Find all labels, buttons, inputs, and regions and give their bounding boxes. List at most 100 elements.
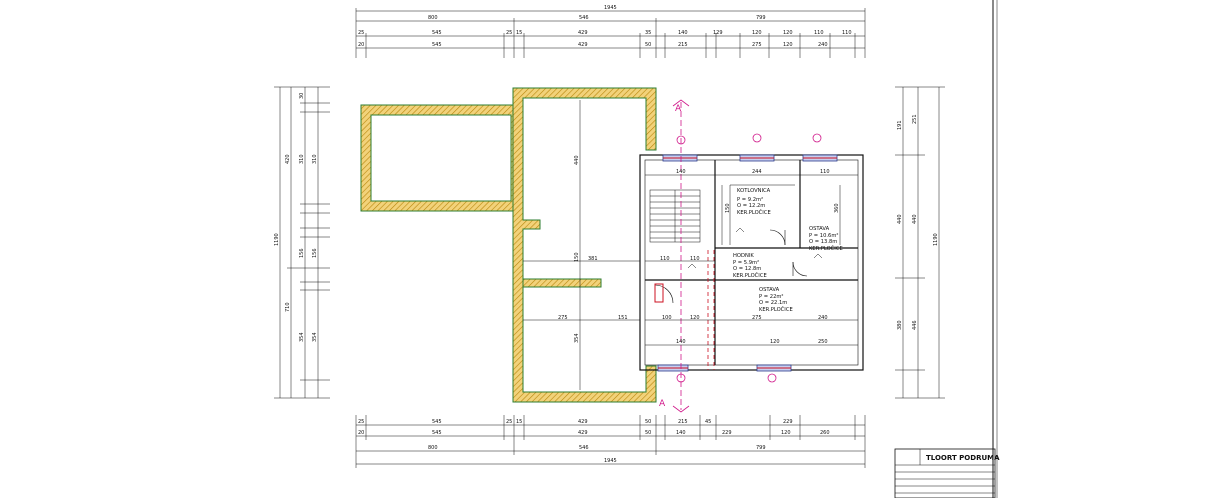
dim-label: 110 bbox=[842, 30, 852, 36]
dim-label: 360 bbox=[834, 203, 840, 213]
room-finish: KER.PLOČICE bbox=[809, 245, 843, 252]
dim-label: 120 bbox=[783, 42, 793, 48]
floor-plan-drawing: TLOORT PODRUMA 1945 800 546 799 25 545 2… bbox=[274, 0, 1000, 498]
doors bbox=[654, 229, 808, 304]
room-perimeter: O = 13.8m bbox=[809, 239, 837, 245]
dim-label: 380 bbox=[897, 320, 903, 330]
room-label-kotlovnica: KOTLOVNICA P = 9.2m² O = 12.2m KER.PLOČI… bbox=[737, 188, 771, 216]
dim-label: 260 bbox=[820, 430, 830, 436]
dim-label: 420 bbox=[285, 154, 291, 164]
bottom-dimension-labels: 25 545 25 15 429 50 215 45 229 20 545 42… bbox=[358, 419, 830, 464]
dim-top-total: 1945 bbox=[604, 5, 617, 11]
room-perimeter: O = 12.8m bbox=[733, 266, 761, 272]
dim-label: 429 bbox=[578, 30, 588, 36]
dim-label: 35 bbox=[645, 30, 651, 36]
dim-label: 110 bbox=[814, 30, 824, 36]
title-block: TLOORT PODRUMA bbox=[894, 448, 1000, 498]
dim-label: 140 bbox=[678, 30, 688, 36]
sheet-border bbox=[992, 0, 998, 498]
dim-label: 25 bbox=[506, 30, 512, 36]
dim-label: 140 bbox=[676, 339, 686, 345]
top-dimension-labels: 1945 800 546 799 25 545 25 15 429 35 140… bbox=[358, 5, 852, 48]
dim-label: 381 bbox=[588, 256, 598, 262]
dim-label: 354 bbox=[574, 333, 580, 343]
room-perimeter: O = 22.1m bbox=[759, 300, 787, 306]
dim-label: 354 bbox=[312, 332, 318, 342]
dim-label: 120 bbox=[770, 339, 780, 345]
dim-label: 429 bbox=[578, 419, 588, 425]
dim-label: 140 bbox=[676, 430, 686, 436]
dim-label: 799 bbox=[756, 15, 766, 21]
dim-label: 100 bbox=[662, 315, 672, 321]
dim-label: 20 bbox=[358, 430, 364, 436]
dim-label: 45 bbox=[705, 419, 711, 425]
dim-label: 229 bbox=[722, 430, 732, 436]
room-name: OSTAVA bbox=[809, 226, 830, 232]
title-block-title: TLOORT PODRUMA bbox=[926, 454, 1000, 462]
dim-label: 310 bbox=[312, 154, 318, 164]
dim-label: 545 bbox=[432, 42, 442, 48]
left-block-walls bbox=[360, 87, 657, 403]
dim-label: 110 bbox=[820, 169, 830, 175]
interior-dimension-lines bbox=[523, 100, 858, 390]
room-perimeter: O = 12.2m bbox=[737, 203, 765, 209]
dim-label: 240 bbox=[818, 315, 828, 321]
dim-label: 110 bbox=[690, 256, 700, 262]
staircase bbox=[649, 189, 701, 243]
dim-label: 440 bbox=[912, 214, 918, 224]
dim-label: 545 bbox=[432, 430, 442, 436]
dim-label: 275 bbox=[752, 42, 762, 48]
dim-label: 354 bbox=[299, 332, 305, 342]
dim-label: 120 bbox=[690, 315, 700, 321]
left-dimensions bbox=[274, 86, 330, 399]
dim-label: 151 bbox=[618, 315, 628, 321]
dim-label: 15 bbox=[516, 30, 522, 36]
dim-label: 440 bbox=[574, 155, 580, 165]
dim-label: 545 bbox=[432, 30, 442, 36]
dim-label: 251 bbox=[912, 114, 918, 124]
room-name: OSTAVA bbox=[759, 287, 780, 293]
left-dimension-labels: 1190 420 710 30 310 156 354 310 156 354 bbox=[274, 93, 318, 342]
dim-label: 50 bbox=[645, 419, 651, 425]
room-label-ostava-1: OSTAVA P = 10.6m² O = 13.8m KER.PLOČICE bbox=[809, 226, 843, 252]
dim-label: 240 bbox=[818, 42, 828, 48]
room-finish: KER.PLOČICE bbox=[733, 272, 767, 279]
dim-label: 25 bbox=[358, 419, 364, 425]
dim-label: 120 bbox=[783, 30, 793, 36]
interior-dimension-labels: 440 354 150 381 275 151 140 244 110 110 … bbox=[558, 155, 840, 345]
dim-label: 120 bbox=[752, 30, 762, 36]
dim-left-total: 1190 bbox=[274, 233, 280, 246]
dim-label: 150 bbox=[725, 203, 731, 213]
dim-label: 50 bbox=[645, 430, 651, 436]
dim-label: 25 bbox=[358, 30, 364, 36]
dim-label: 446 bbox=[912, 320, 918, 330]
dim-label: 546 bbox=[579, 445, 589, 451]
dim-label: 15 bbox=[516, 419, 522, 425]
section-mark-bottom: A bbox=[659, 399, 666, 409]
dim-label: 429 bbox=[578, 430, 588, 436]
dim-label: 310 bbox=[299, 154, 305, 164]
dim-label: 120 bbox=[781, 430, 791, 436]
room-finish: KER.PLOČICE bbox=[759, 306, 793, 313]
dim-label: 110 bbox=[660, 256, 670, 262]
dim-label: 191 bbox=[897, 120, 903, 130]
dim-right-total: 1190 bbox=[933, 233, 939, 246]
dim-label: 275 bbox=[558, 315, 568, 321]
dim-label: 140 bbox=[676, 169, 686, 175]
dim-label: 156 bbox=[312, 248, 318, 258]
dim-label: 156 bbox=[299, 248, 305, 258]
room-name: HODNIK bbox=[733, 253, 754, 259]
room-finish: KER.PLOČICE bbox=[737, 209, 771, 216]
room-name: KOTLOVNICA bbox=[737, 188, 771, 194]
room-label-hodnik: HODNIK P = 5.9m² O = 12.8m KER.PLOČICE bbox=[733, 253, 767, 279]
dim-label: 150 bbox=[574, 252, 580, 262]
dim-label: 229 bbox=[783, 419, 793, 425]
dim-bottom-total: 1945 bbox=[604, 458, 617, 464]
dim-label: 275 bbox=[752, 315, 762, 321]
room-label-ostava-2: OSTAVA P = 22m² O = 22.1m KER.PLOČICE bbox=[759, 287, 793, 313]
dim-label: 429 bbox=[578, 42, 588, 48]
section-mark-top: A bbox=[675, 104, 682, 114]
dim-label: 250 bbox=[818, 339, 828, 345]
dim-label: 546 bbox=[579, 15, 589, 21]
dim-label: 800 bbox=[428, 15, 438, 21]
